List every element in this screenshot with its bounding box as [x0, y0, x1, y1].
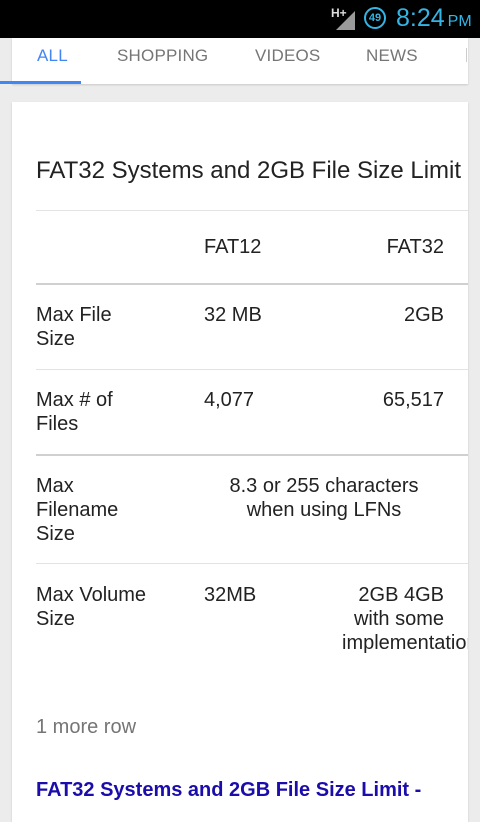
- row-label: Max Volume Size: [36, 584, 147, 630]
- table-cell: 4,077: [204, 389, 255, 411]
- table-cell: 32 MB: [204, 304, 262, 326]
- row-label: Max File Size: [36, 304, 112, 350]
- divider: [36, 283, 468, 285]
- tab-shopping[interactable]: SHOPPING: [117, 46, 208, 66]
- table-cell: 2GB: [403, 304, 444, 326]
- table-cell: 65,517: [382, 389, 444, 411]
- signal-icon: [336, 11, 355, 30]
- search-tabs: ALL SHOPPING VIDEOS NEWS: [12, 38, 468, 84]
- column-header-fat12: FAT12: [204, 236, 262, 258]
- battery-icon: 49: [364, 7, 386, 29]
- divider: [36, 210, 468, 211]
- card-title: FAT32 Systems and 2GB File Size Limit: [36, 157, 462, 184]
- table-cell-merged: 8.3 or 255 characters when using LFNs: [229, 475, 419, 521]
- status-bar: H+ 49 8:24 PM: [0, 0, 480, 38]
- divider: [36, 454, 468, 456]
- clock-time: 8:24: [396, 4, 445, 32]
- table-cell: 32MB: [204, 584, 257, 606]
- column-header-fat32: FAT32: [386, 236, 444, 258]
- tab-videos[interactable]: VIDEOS: [255, 46, 320, 66]
- row-label: Max Filename Size: [36, 475, 119, 545]
- table-cell: 2GB 4GB with some implementations: [342, 584, 468, 654]
- tab-all[interactable]: ALL: [37, 46, 68, 66]
- tab-news[interactable]: NEWS: [366, 46, 418, 66]
- answer-card: FAT32 Systems and 2GB File Size Limit FA…: [12, 102, 468, 822]
- more-rows-link[interactable]: 1 more row: [36, 716, 136, 739]
- divider: [36, 369, 468, 370]
- active-tab-indicator: [0, 81, 81, 84]
- clock-ampm: PM: [447, 13, 472, 30]
- row-label: Max # of Files: [36, 389, 113, 435]
- divider: [36, 563, 468, 564]
- tab-overflow-edge: [466, 48, 467, 62]
- result-title-link[interactable]: FAT32 Systems and 2GB File Size Limit -: [36, 779, 421, 802]
- battery-level: 49: [368, 12, 382, 24]
- clock: 8:24 PM: [396, 4, 472, 33]
